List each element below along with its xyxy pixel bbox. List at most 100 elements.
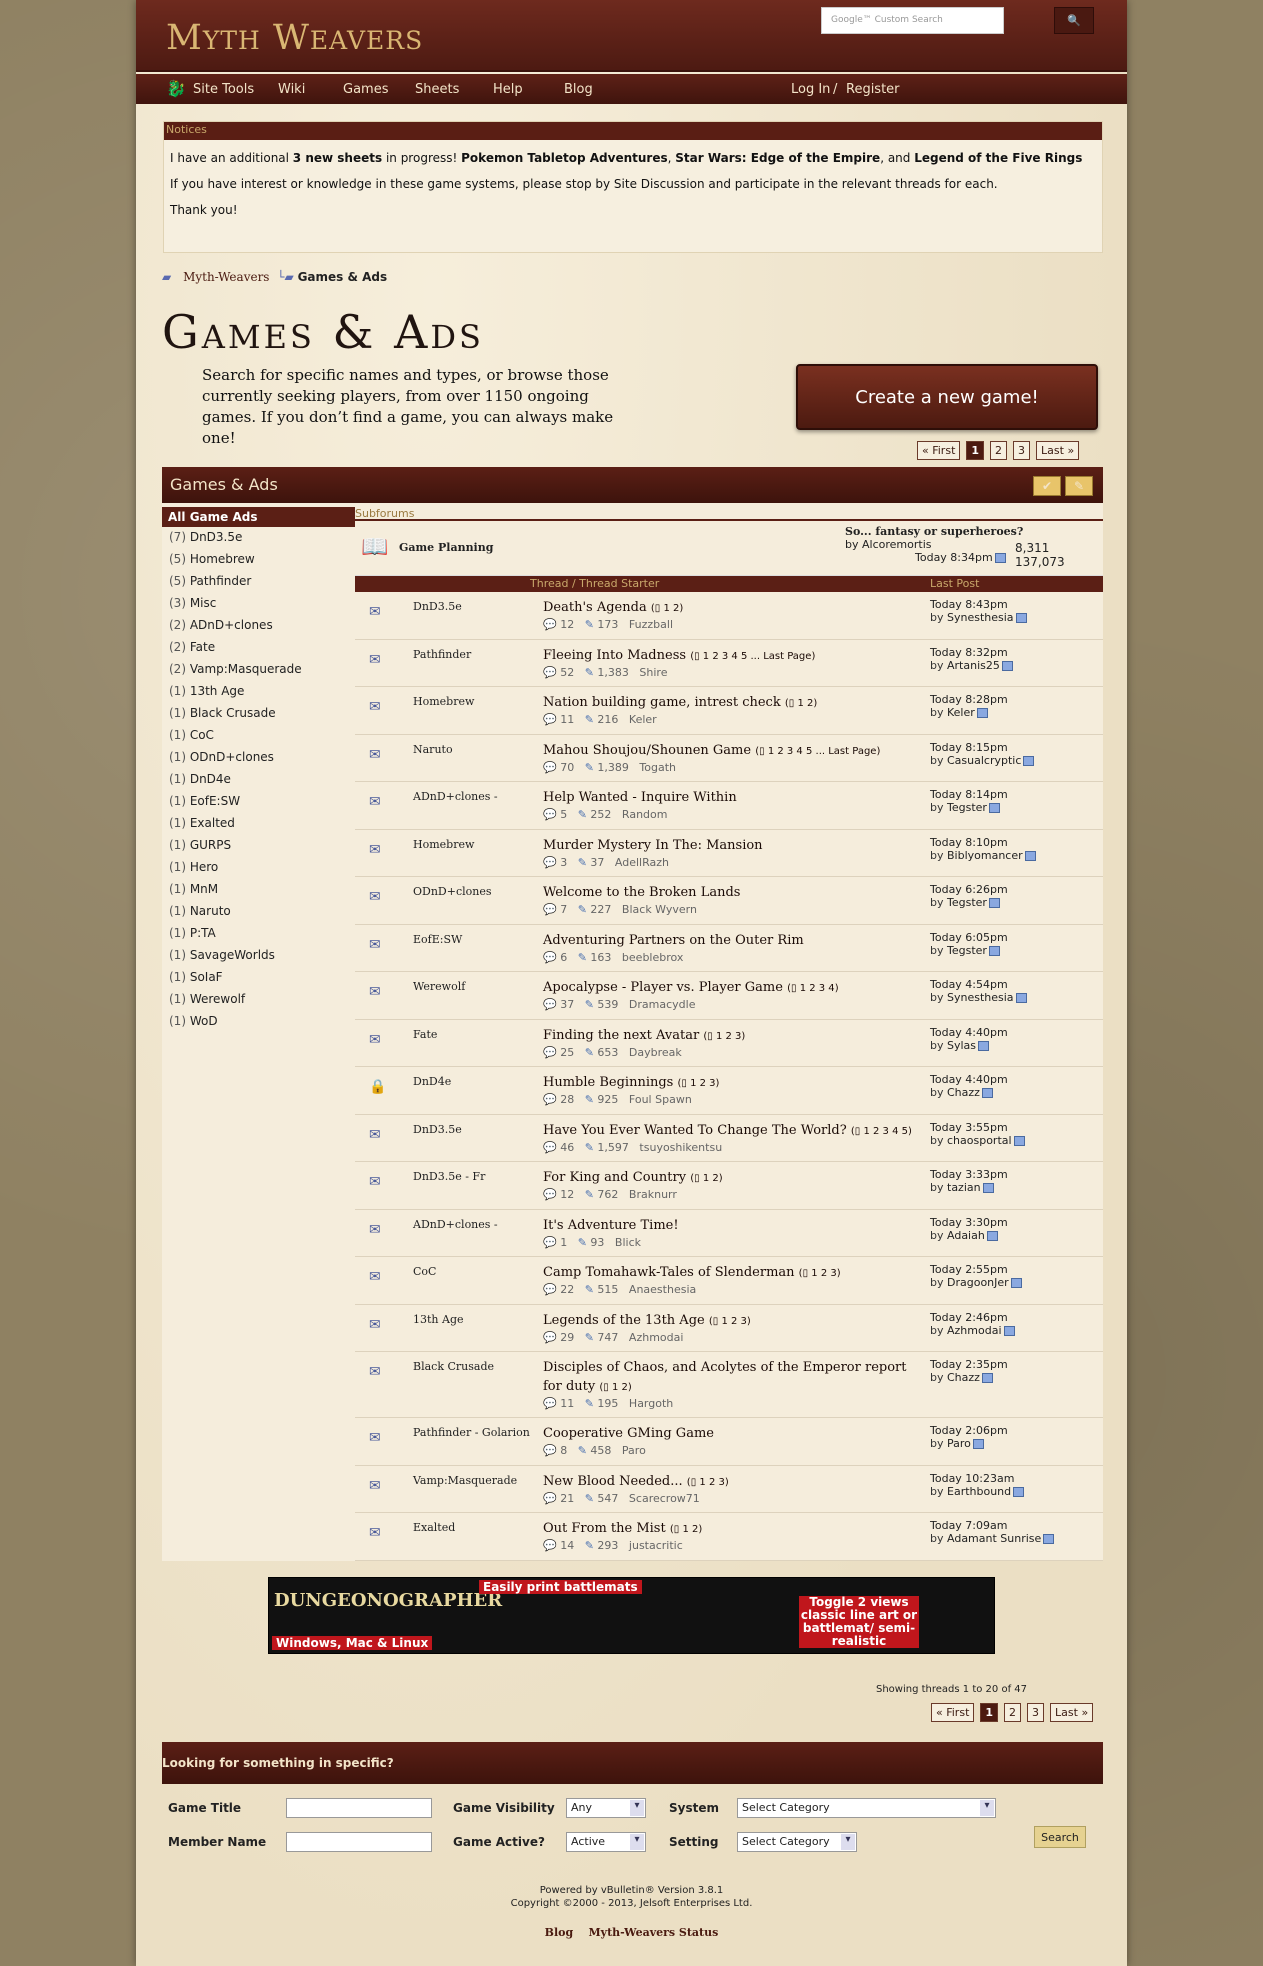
create-game-button[interactable]: Create a new game!: [796, 364, 1098, 430]
category-name[interactable]: Exalted: [190, 816, 235, 830]
goto-last-post-icon[interactable]: [978, 1040, 990, 1051]
thread-starter[interactable]: Scarecrow71: [629, 1492, 700, 1505]
register-link[interactable]: Register: [846, 82, 900, 97]
footer-status-link[interactable]: Myth-Weavers Status: [589, 1926, 719, 1939]
thread-title[interactable]: Fleeing Into Madness: [543, 648, 686, 663]
category-name[interactable]: Black Crusade: [190, 706, 276, 720]
thread-title[interactable]: Death's Agenda: [543, 600, 647, 615]
category-name[interactable]: Werewolf: [190, 992, 245, 1006]
sidebar-category[interactable]: (1) Hero: [162, 857, 355, 879]
category-name[interactable]: GURPS: [190, 838, 231, 852]
thread-starter[interactable]: tsuyoshikentsu: [639, 1141, 722, 1154]
thread-pages[interactable]: (▯ 1 2 3): [687, 1477, 729, 1488]
subforum-name[interactable]: Game Planning: [399, 541, 493, 554]
thread-title[interactable]: It's Adventure Time!: [543, 1218, 679, 1233]
thread-title[interactable]: Camp Tomahawk-Tales of Slenderman: [543, 1265, 795, 1280]
thread-starter[interactable]: Blick: [615, 1236, 641, 1249]
nav-site-tools[interactable]: Site Tools: [193, 82, 254, 97]
thread-title[interactable]: New Blood Needed...: [543, 1474, 683, 1489]
category-name[interactable]: ODnD+clones: [190, 750, 274, 764]
subforum-last-title[interactable]: So... fantasy or superheroes?: [845, 525, 1023, 538]
thread-col-header[interactable]: Thread / Thread Starter: [530, 577, 659, 590]
goto-last-post-icon[interactable]: [986, 1230, 998, 1241]
thread-title[interactable]: Legends of the 13th Age: [543, 1313, 705, 1328]
nav-games[interactable]: Games: [343, 82, 388, 97]
nav-sheets[interactable]: Sheets: [415, 82, 459, 97]
thread-pages[interactable]: (▯ 1 2 3): [677, 1078, 719, 1089]
category-name[interactable]: ADnD+clones: [190, 618, 273, 632]
dragon-icon[interactable]: 🐉: [166, 79, 186, 98]
nav-help[interactable]: Help: [493, 82, 523, 97]
search-input[interactable]: Google™ Custom Search: [821, 7, 1004, 34]
sidebar-category[interactable]: (1) MnM: [162, 879, 355, 901]
thread-pages[interactable]: (▯ 1 2 3): [799, 1268, 841, 1279]
thread-starter[interactable]: AdellRazh: [615, 856, 669, 869]
goto-last-post-icon[interactable]: [994, 553, 1006, 563]
sidebar-category[interactable]: (5) Homebrew: [162, 549, 355, 571]
nav-wiki[interactable]: Wiki: [278, 82, 305, 97]
sidebar-category[interactable]: (1) GURPS: [162, 835, 355, 857]
breadcrumb-home[interactable]: Myth-Weavers: [183, 270, 269, 284]
thread-pages[interactable]: (▯ 1 2): [785, 698, 817, 709]
category-name[interactable]: SoIaF: [190, 970, 223, 984]
thread-starter[interactable]: Fuzzball: [629, 618, 673, 631]
goto-last-post-icon[interactable]: [1010, 1278, 1022, 1288]
last-post-user[interactable]: Casualcryptic: [947, 754, 1021, 767]
category-name[interactable]: Pathfinder: [190, 574, 251, 588]
sidebar-category[interactable]: (1) SavageWorlds: [162, 945, 355, 967]
pager-page[interactable]: 3: [1013, 441, 1031, 460]
mark-read-icon[interactable]: ✔: [1033, 476, 1061, 496]
goto-last-post-icon[interactable]: [1015, 993, 1027, 1003]
thread-title[interactable]: Mahou Shoujou/Shounen Game: [543, 743, 751, 758]
category-name[interactable]: DnD4e: [190, 772, 231, 786]
last-post-user[interactable]: Adaiah: [947, 1229, 985, 1242]
goto-last-post-icon[interactable]: [1003, 1325, 1015, 1336]
sidebar-category[interactable]: (1) EofE:SW: [162, 791, 355, 813]
thread-pages[interactable]: (▯ 1 2 3 4 5 ... Last Page): [690, 651, 815, 662]
pager-page[interactable]: 3: [1027, 1703, 1045, 1722]
sidebar-category[interactable]: (7) DnD3.5e: [162, 527, 355, 549]
pager-last[interactable]: Last »: [1036, 441, 1080, 460]
thread-title[interactable]: Nation building game, intrest check: [543, 695, 781, 710]
thread-starter[interactable]: beeblebrox: [622, 951, 684, 964]
last-post-user[interactable]: chaosportal: [947, 1134, 1012, 1147]
last-post-user[interactable]: Synesthesia: [947, 991, 1014, 1004]
thread-title[interactable]: Cooperative GMing Game: [543, 1426, 714, 1441]
thread-starter[interactable]: Random: [622, 808, 668, 821]
goto-last-post-icon[interactable]: [988, 898, 1000, 908]
last-post-user[interactable]: Chazz: [947, 1086, 980, 1099]
sidebar-category[interactable]: (3) Misc: [162, 593, 355, 615]
thread-title[interactable]: Humble Beginnings: [543, 1075, 673, 1090]
thread-title[interactable]: Apocalypse - Player vs. Player Game: [543, 980, 783, 995]
thread-title[interactable]: Have You Ever Wanted To Change The World…: [543, 1123, 847, 1138]
goto-last-post-icon[interactable]: [1001, 660, 1013, 671]
sidebar-category[interactable]: (1) WoD: [162, 1011, 355, 1033]
category-name[interactable]: DnD3.5e: [190, 530, 243, 544]
thread-starter[interactable]: Anaesthesia: [629, 1283, 696, 1296]
search-button[interactable]: 🔍: [1054, 7, 1094, 34]
advertisement-banner[interactable]: DUNGEONOGRAPHER Easily print battlemats …: [268, 1577, 995, 1654]
category-name[interactable]: Misc: [190, 596, 217, 610]
sidebar-category[interactable]: (1) Black Crusade: [162, 703, 355, 725]
last-post-user[interactable]: Sylas: [947, 1039, 976, 1052]
goto-last-post-icon[interactable]: [1013, 1486, 1025, 1497]
system-select[interactable]: Select Category: [737, 1798, 996, 1818]
thread-pages[interactable]: (▯ 1 2): [690, 1173, 722, 1184]
sidebar-category[interactable]: (1) Werewolf: [162, 989, 355, 1011]
setting-select[interactable]: Select Category: [737, 1832, 857, 1852]
last-post-user[interactable]: Azhmodai: [947, 1324, 1002, 1337]
sidebar-category[interactable]: (1) Naruto: [162, 901, 355, 923]
category-name[interactable]: CoC: [190, 728, 214, 742]
goto-last-post-icon[interactable]: [988, 945, 1000, 956]
thread-pages[interactable]: (▯ 1 2 3 4 5 ... Last Page): [755, 746, 880, 757]
site-logo[interactable]: Myth Weavers: [166, 18, 423, 58]
thread-title[interactable]: Help Wanted - Inquire Within: [543, 790, 737, 805]
thread-starter[interactable]: justacritic: [629, 1539, 683, 1552]
goto-last-post-icon[interactable]: [1015, 613, 1027, 623]
pager-last[interactable]: Last »: [1050, 1703, 1094, 1722]
active-select[interactable]: Active: [566, 1832, 646, 1852]
goto-last-post-icon[interactable]: [981, 1373, 993, 1383]
pager-first[interactable]: « First: [931, 1703, 975, 1722]
category-name[interactable]: Fate: [190, 640, 215, 654]
sidebar-category[interactable]: (1) Exalted: [162, 813, 355, 835]
